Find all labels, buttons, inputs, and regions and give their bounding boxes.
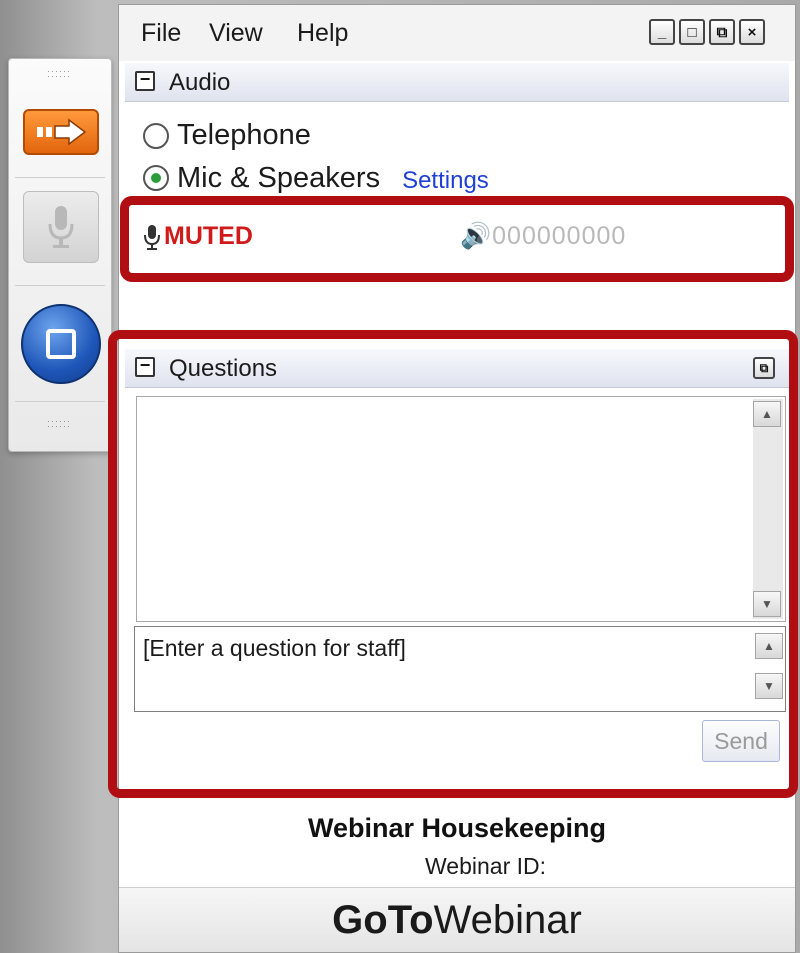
webinar-title: Webinar Housekeeping [307, 813, 607, 843]
brand-bar: GoToWebinar [119, 887, 795, 952]
audio-highlight-frame [120, 196, 794, 282]
mic-speakers-radio[interactable] [143, 165, 169, 191]
restore-button[interactable]: ⧉ [709, 19, 735, 45]
menu-file[interactable]: File [141, 19, 181, 48]
screen-view-button[interactable] [21, 304, 101, 384]
telephone-option[interactable]: Telephone [143, 119, 311, 152]
audio-settings-link[interactable]: Settings [402, 167, 489, 195]
telephone-label: Telephone [177, 119, 311, 151]
gotowebinar-logo: GoToWebinar [332, 898, 582, 942]
close-button[interactable]: × [739, 19, 765, 45]
arrow-right-icon [37, 118, 87, 146]
collapse-audio-button[interactable]: − [135, 70, 155, 91]
webinar-id-label: Webinar ID: [425, 853, 547, 879]
menu-help[interactable]: Help [297, 19, 348, 48]
telephone-radio[interactable] [143, 122, 169, 149]
toolbar-grip-top[interactable]: ······ ······ [39, 67, 79, 81]
audio-panel-header: − Audio [125, 63, 789, 102]
menu-bar: File View Help _ □ ⧉ × [119, 5, 795, 61]
microphone-icon [48, 206, 74, 248]
mic-speakers-label: Mic & Speakers [177, 161, 381, 194]
questions-highlight-frame [108, 330, 798, 798]
menu-view[interactable]: View [209, 19, 263, 48]
control-toolbar: ······ ······ ······ ······ [8, 58, 112, 452]
mic-speakers-option[interactable]: Mic & Speakers Settings [143, 161, 489, 195]
minimize-button[interactable]: _ [649, 19, 675, 45]
show-hide-panel-button[interactable] [23, 109, 99, 155]
toolbar-grip-bottom[interactable]: ······ ······ [39, 417, 79, 431]
screen-icon [46, 329, 76, 359]
microphone-button[interactable] [23, 191, 99, 263]
audio-panel-title: Audio [169, 69, 231, 96]
maximize-button[interactable]: □ [679, 19, 705, 45]
